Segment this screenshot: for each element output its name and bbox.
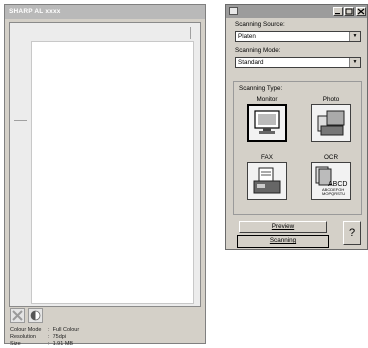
x-icon — [12, 310, 23, 321]
contrast-button[interactable] — [28, 308, 43, 323]
scanning-source-select[interactable]: Platen ▼ — [235, 31, 361, 42]
dialog-titlebar — [226, 5, 367, 18]
help-icon: ? — [348, 227, 356, 239]
ruler-mark — [190, 27, 191, 39]
close-button[interactable] — [356, 7, 366, 16]
scanning-type-label: Scanning Type: — [239, 85, 283, 92]
fax-label: FAX — [261, 154, 273, 161]
scan-settings-dialog: Scanning Source: Platen ▼ Scanning Mode:… — [225, 4, 368, 250]
info-row-colour-mode: Colour Mode: Full Colour — [10, 327, 79, 334]
fax-icon — [253, 167, 281, 194]
scanning-type-group: Scanning Type: Monitor Photo FAX OCR ABC… — [233, 81, 362, 215]
ocr-type-button[interactable]: ABCD ABCDEFGH MOPQRSTU — [311, 162, 351, 200]
info-separator: : — [48, 341, 50, 347]
crop-clear-button[interactable] — [10, 308, 25, 323]
ruler-tick — [14, 120, 27, 121]
contrast-icon — [30, 310, 41, 321]
info-separator: : — [48, 334, 50, 340]
photo-label: Photo — [322, 96, 340, 103]
chevron-down-icon[interactable]: ▼ — [349, 58, 360, 67]
info-label: Resolution — [10, 334, 36, 340]
preview-window-title: SHARP AL xxxx — [5, 5, 205, 19]
maximize-icon — [345, 8, 353, 15]
monitor-label: Monitor — [256, 96, 278, 103]
preview-area[interactable] — [9, 22, 201, 307]
monitor-type-button[interactable] — [247, 104, 287, 142]
preview-window: SHARP AL xxxx Colour Mode: Full Colour R… — [4, 4, 206, 347]
preview-toolbar — [10, 308, 43, 325]
ocr-icon: ABCD ABCDEFGH MOPQRSTU — [315, 166, 347, 196]
close-icon — [357, 8, 365, 15]
chevron-down-icon[interactable]: ▼ — [349, 32, 360, 41]
info-value: 1.91 MB — [52, 341, 74, 347]
info-value: 75dpi — [52, 334, 67, 340]
scanning-source-label: Scanning Source: — [235, 21, 285, 28]
app-icon — [229, 7, 238, 15]
info-row-resolution: Resolution: 75dpi — [10, 334, 79, 341]
ocr-label: OCR — [324, 154, 338, 161]
photo-icon — [317, 110, 345, 136]
help-button[interactable]: ? — [343, 221, 361, 245]
maximize-button[interactable] — [344, 7, 354, 16]
scanning-mode-select[interactable]: Standard ▼ — [235, 57, 361, 68]
info-label: Size — [10, 341, 21, 347]
scanning-button[interactable]: Scanning — [237, 235, 329, 248]
preview-button[interactable]: Preview — [239, 221, 327, 233]
photo-type-button[interactable] — [311, 104, 351, 142]
info-row-size: Size: 1.91 MB — [10, 341, 79, 348]
scanning-mode-value: Standard — [238, 59, 264, 66]
monitor-icon — [254, 110, 280, 134]
minimize-icon — [335, 13, 340, 15]
preview-page — [31, 41, 194, 304]
ocr-icon-text-3: MOPQRSTU — [322, 191, 345, 196]
minimize-button[interactable] — [333, 7, 343, 16]
info-label: Colour Mode — [10, 327, 42, 333]
scanning-mode-label: Scanning Mode: — [235, 47, 281, 54]
scan-info: Colour Mode: Full Colour Resolution: 75d… — [10, 327, 79, 348]
info-value: Full Colour — [52, 327, 80, 333]
info-separator: : — [48, 327, 50, 333]
fax-type-button[interactable] — [247, 162, 287, 200]
scanning-source-value: Platen — [238, 33, 256, 40]
